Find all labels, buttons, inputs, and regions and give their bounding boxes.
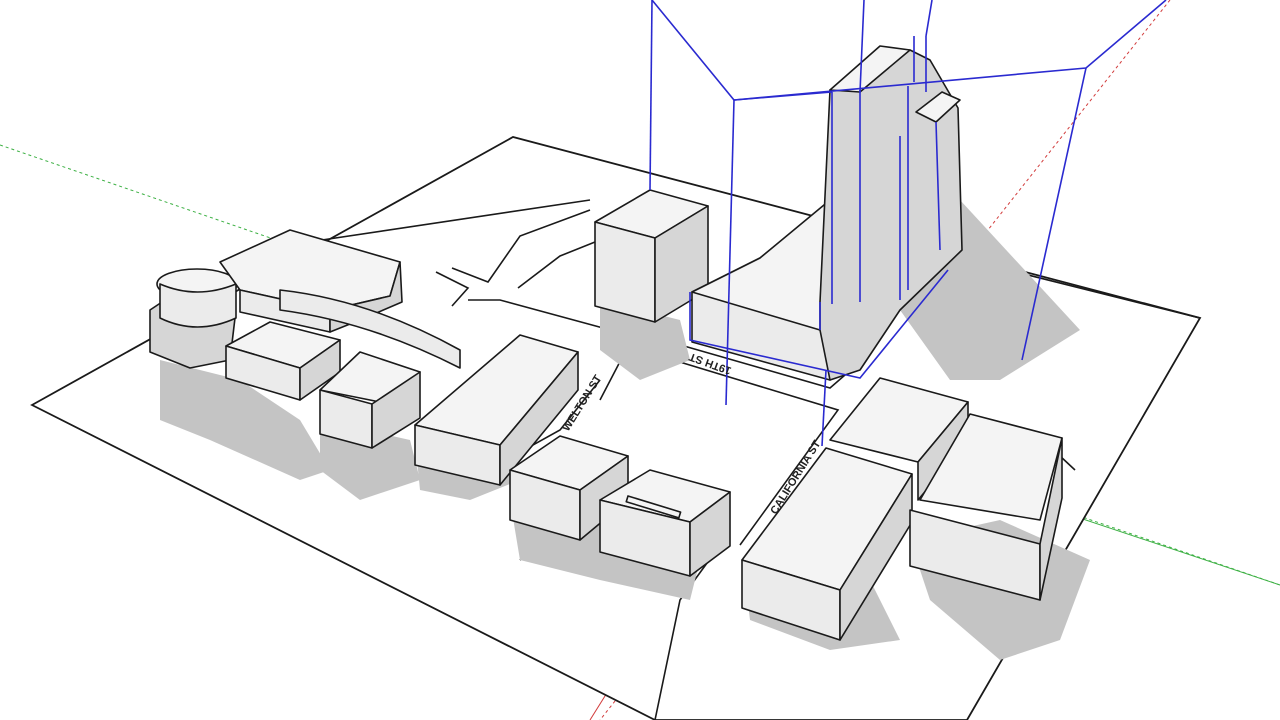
sketchup-viewport[interactable]: 19TH ST WELTON ST CALIFORNIA ST — [0, 0, 1280, 720]
